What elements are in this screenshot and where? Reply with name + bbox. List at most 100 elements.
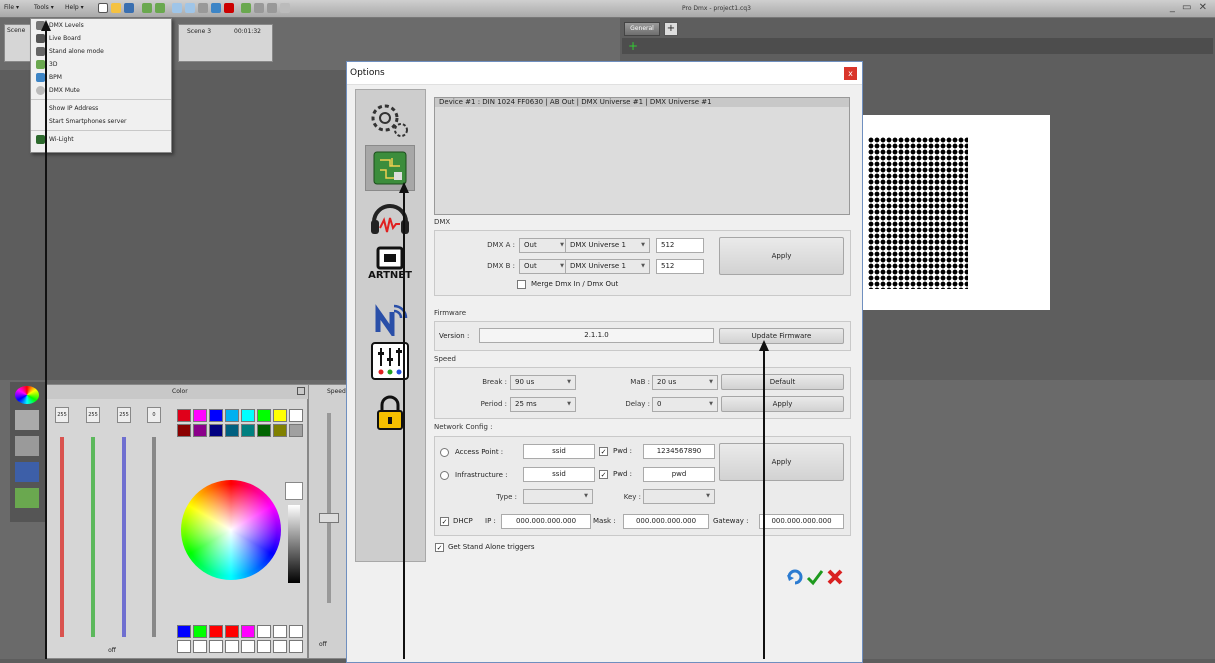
menu-item-dmx-levels[interactable]: DMX Levels bbox=[31, 19, 171, 32]
blue-fader-value[interactable]: 255 bbox=[117, 407, 131, 423]
color-wheel[interactable] bbox=[181, 480, 281, 580]
add-plus-icon[interactable]: + bbox=[628, 40, 638, 52]
red-fader[interactable] bbox=[60, 437, 64, 637]
add-tab-icon[interactable]: + bbox=[664, 22, 678, 36]
color-swatch[interactable] bbox=[193, 409, 207, 422]
color-swatch[interactable] bbox=[209, 625, 223, 638]
white-fader-value[interactable]: 0 bbox=[147, 407, 161, 423]
program-icon[interactable] bbox=[155, 3, 165, 13]
color-swatch[interactable] bbox=[209, 640, 223, 653]
settings-icon[interactable] bbox=[267, 3, 277, 13]
menu-item-smartphones-server[interactable]: Start Smartphones server bbox=[31, 115, 171, 128]
color-swatch[interactable] bbox=[289, 424, 303, 437]
dmx-apply-button[interactable]: Apply bbox=[719, 237, 844, 275]
color-swatch[interactable] bbox=[241, 409, 255, 422]
menu-item-live-board[interactable]: Live Board bbox=[31, 32, 171, 45]
color-swatch[interactable] bbox=[193, 625, 207, 638]
color-swatch[interactable] bbox=[193, 640, 207, 653]
dmx-b-channels[interactable]: 512 bbox=[656, 259, 704, 274]
infra-pwd-checkbox[interactable]: ✓ bbox=[599, 470, 608, 479]
ip-field[interactable]: 000.000.000.000 bbox=[501, 514, 591, 529]
fixture-icon[interactable] bbox=[172, 3, 182, 13]
menu-item-dmx-mute[interactable]: DMX Mute bbox=[31, 84, 171, 97]
standalone-triggers-checkbox[interactable]: ✓ bbox=[435, 543, 444, 552]
save-icon[interactable] bbox=[124, 3, 134, 13]
dimmer-icon[interactable] bbox=[15, 436, 39, 456]
3d-icon[interactable] bbox=[254, 3, 264, 13]
color-swatch[interactable] bbox=[177, 409, 191, 422]
wizard-icon[interactable] bbox=[198, 3, 208, 13]
green-fader-value[interactable]: 255 bbox=[86, 407, 100, 423]
nav-artnet[interactable]: ARTNET bbox=[365, 240, 415, 286]
color-swatch[interactable] bbox=[257, 625, 271, 638]
nav-wireless[interactable] bbox=[365, 295, 415, 341]
scene-slot-1[interactable]: Scene bbox=[4, 24, 32, 62]
key-select[interactable] bbox=[643, 489, 715, 504]
infra-ssid-field[interactable]: ssid bbox=[523, 467, 595, 482]
scene-icon[interactable] bbox=[142, 3, 152, 13]
dmx-b-universe-select[interactable]: DMX Universe 1 bbox=[565, 259, 650, 274]
color-swatch[interactable] bbox=[241, 424, 255, 437]
ap-pwd-field[interactable]: 1234567890 bbox=[643, 444, 715, 459]
speed-fader[interactable] bbox=[327, 413, 331, 603]
color-swatch[interactable] bbox=[257, 640, 271, 653]
color-swatch[interactable] bbox=[225, 625, 239, 638]
color-swatch[interactable] bbox=[241, 640, 255, 653]
infra-pwd-field[interactable]: pwd bbox=[643, 467, 715, 482]
dmx-a-mode-select[interactable]: Out bbox=[519, 238, 569, 253]
red-fader-value[interactable]: 255 bbox=[55, 407, 69, 423]
access-point-radio[interactable] bbox=[440, 448, 449, 457]
merge-dmx-checkbox[interactable] bbox=[517, 280, 526, 289]
refresh-icon[interactable] bbox=[785, 567, 805, 587]
menu-file[interactable]: File ▾ bbox=[4, 4, 19, 11]
blue-fader[interactable] bbox=[122, 437, 126, 637]
menu-item-stand-alone[interactable]: Stand alone mode bbox=[31, 45, 171, 58]
color-swatch[interactable] bbox=[225, 424, 239, 437]
close-button[interactable]: x bbox=[844, 67, 857, 80]
color-wheel-icon[interactable] bbox=[15, 386, 39, 404]
default-button[interactable]: Default bbox=[721, 374, 844, 390]
delay-select[interactable]: 0 bbox=[652, 397, 718, 412]
cancel-x-icon[interactable] bbox=[825, 567, 845, 587]
mask-field[interactable]: 000.000.000.000 bbox=[623, 514, 709, 529]
nav-mixer[interactable] bbox=[365, 338, 415, 384]
ap-ssid-field[interactable]: ssid bbox=[523, 444, 595, 459]
menu-tools[interactable]: Tools ▾ bbox=[34, 4, 54, 11]
dhcp-checkbox[interactable]: ✓ bbox=[440, 517, 449, 526]
confirm-check-icon[interactable] bbox=[805, 567, 825, 587]
tab-general[interactable]: General bbox=[624, 22, 660, 36]
color-swatch[interactable] bbox=[225, 640, 239, 653]
nav-audio[interactable] bbox=[365, 194, 415, 240]
fader-icon[interactable] bbox=[15, 410, 39, 430]
infrastructure-radio[interactable] bbox=[440, 471, 449, 480]
menu-help[interactable]: Help ▾ bbox=[65, 4, 84, 11]
color-swatch[interactable] bbox=[225, 409, 239, 422]
color-swatch[interactable] bbox=[273, 640, 287, 653]
update-firmware-button[interactable]: Update Firmware bbox=[719, 328, 844, 344]
brightness-slider[interactable] bbox=[288, 505, 300, 583]
fixture-edit-icon[interactable] bbox=[185, 3, 195, 13]
color-swatch[interactable] bbox=[273, 625, 287, 638]
nav-general-settings[interactable] bbox=[365, 96, 415, 142]
effects-icon[interactable] bbox=[15, 488, 39, 508]
menu-item-wi-light[interactable]: Wi-Light bbox=[31, 133, 171, 146]
dmx-a-channels[interactable]: 512 bbox=[656, 238, 704, 253]
type-select[interactable] bbox=[523, 489, 593, 504]
position-icon[interactable] bbox=[15, 462, 39, 482]
device-row[interactable]: Device #1 : DIN 1024 FF0630 | AB Out | D… bbox=[435, 98, 849, 107]
color-swatch[interactable] bbox=[289, 409, 303, 422]
color-swatch[interactable] bbox=[241, 625, 255, 638]
menu-item-bpm[interactable]: BPM bbox=[31, 71, 171, 84]
speed-fader-handle[interactable] bbox=[319, 513, 339, 523]
color-swatch[interactable] bbox=[209, 424, 223, 437]
panel-collapse-icon[interactable] bbox=[297, 387, 305, 395]
green-fader[interactable] bbox=[91, 437, 95, 637]
dmx-b-mode-select[interactable]: Out bbox=[519, 259, 569, 274]
new-file-icon[interactable] bbox=[98, 3, 108, 13]
color-swatch[interactable] bbox=[177, 625, 191, 638]
speed-apply-button[interactable]: Apply bbox=[721, 396, 844, 412]
break-select[interactable]: 90 us bbox=[510, 375, 576, 390]
network-apply-button[interactable]: Apply bbox=[719, 443, 844, 481]
patch-icon[interactable] bbox=[211, 3, 221, 13]
chart-icon[interactable] bbox=[241, 3, 251, 13]
